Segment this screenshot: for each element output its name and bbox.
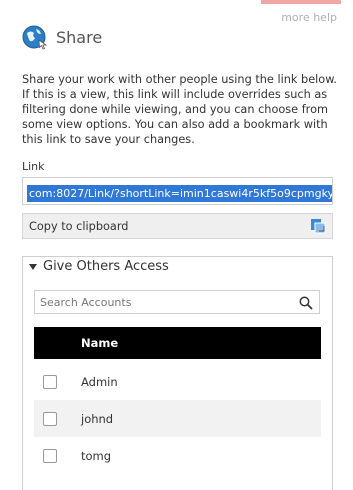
account-checkbox[interactable] — [43, 411, 57, 426]
access-section-toggle[interactable]: Give Others Access — [29, 259, 169, 274]
name-column-header: Name — [81, 336, 119, 350]
copy-to-clipboard-button[interactable]: Copy to clipboard — [22, 213, 333, 239]
account-name: johnd — [81, 411, 114, 426]
account-name: Admin — [81, 374, 118, 389]
more-help-link[interactable]: more help — [281, 11, 337, 24]
more-help-area: more help — [261, 0, 341, 26]
page-title: Share — [56, 27, 103, 47]
share-description: Share your work with other people using … — [22, 73, 338, 146]
table-row: Admin — [34, 363, 321, 400]
account-checkbox[interactable] — [43, 448, 57, 463]
link-value[interactable]: com:8027/Link/?shortLink=imin1caswi4r5kf… — [27, 185, 332, 202]
table-row: tomg — [34, 437, 321, 474]
access-section-title: Give Others Access — [43, 259, 169, 274]
search-accounts-input[interactable] — [35, 291, 285, 314]
globe-share-icon — [22, 24, 48, 50]
copy-button-label: Copy to clipboard — [29, 219, 129, 233]
search-accounts-box — [34, 290, 320, 314]
link-field[interactable]: com:8027/Link/?shortLink=imin1caswi4r5kf… — [22, 177, 333, 205]
search-icon[interactable] — [299, 295, 313, 310]
link-label: Link — [22, 160, 45, 173]
account-checkbox[interactable] — [43, 374, 57, 389]
account-name: tomg — [81, 448, 112, 463]
table-row: johnd — [34, 400, 321, 437]
accent-bar — [261, 0, 341, 4]
clipboard-icon — [310, 218, 326, 234]
share-header: Share — [22, 24, 102, 50]
give-others-access-panel: Give Others Access Name Admin johnd tomg — [22, 256, 333, 490]
accounts-table-header: Name — [34, 327, 321, 359]
caret-down-icon — [29, 263, 37, 270]
